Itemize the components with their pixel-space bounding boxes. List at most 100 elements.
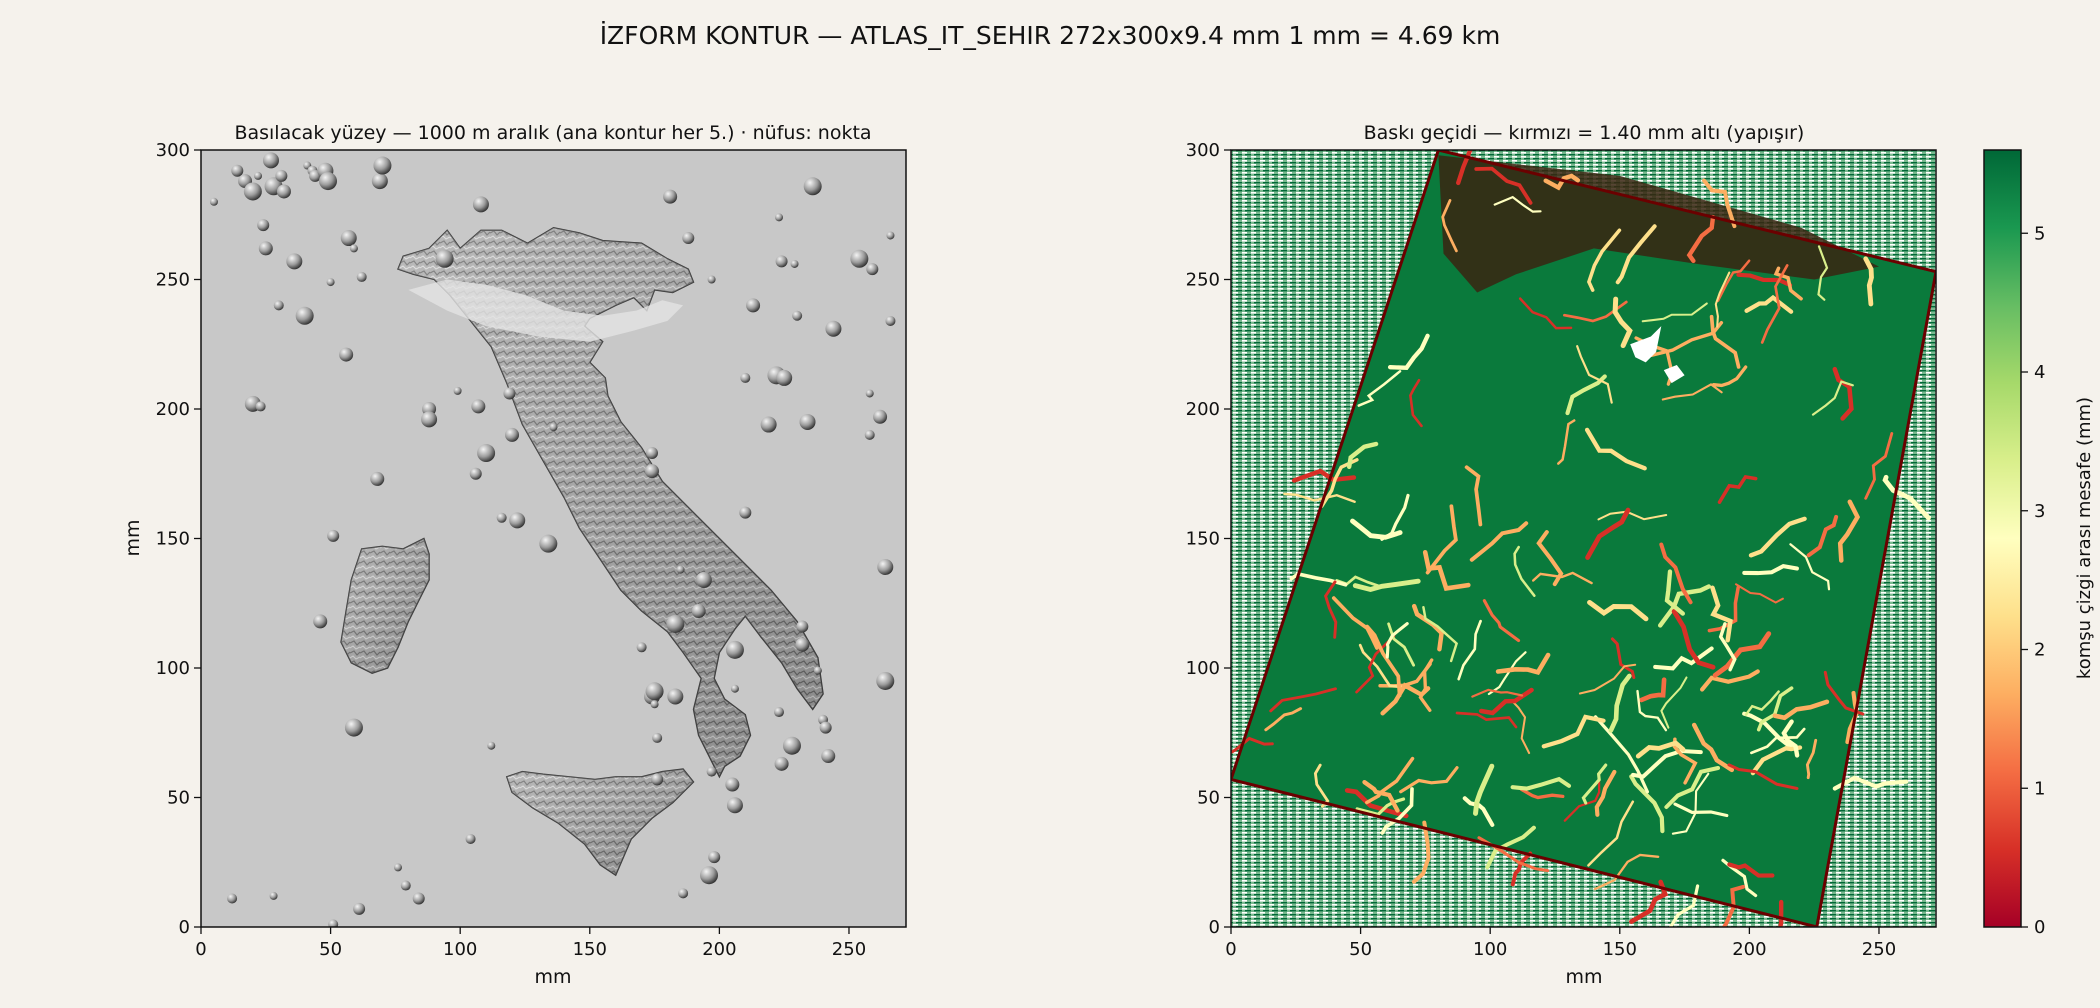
population-dot [549,423,558,432]
population-dot [663,189,678,204]
population-dot [295,306,314,325]
population-dot [795,637,810,652]
population-dot [651,773,664,786]
population-dot [825,320,842,337]
population-dot [319,172,338,191]
population-dot [471,399,486,414]
y-tick-label: 250 [156,270,190,291]
population-dot [636,642,647,653]
population-dot [469,467,482,480]
y-tick-label: 300 [156,140,190,161]
population-dot [539,534,558,553]
population-dot [725,777,740,792]
population-dot [760,416,777,433]
colorbar-tick-label: 5 [2034,223,2045,244]
population-dot [412,892,425,905]
population-dot [344,718,363,737]
y-tick-label: 50 [167,788,190,809]
population-dot [821,749,836,764]
colorbar-tick-label: 0 [2034,917,2045,938]
population-dot [666,614,685,633]
population-dot [652,732,663,743]
population-dot [477,444,496,463]
relief-x-ticks: 0 50 100 150 200 250 [195,927,866,960]
population-dot [667,688,684,705]
figure-title: İZFORM KONTUR — ATLAS_IT_SEHIR 272x300x9… [600,21,1501,50]
population-dot [496,512,507,523]
population-dot [799,413,816,430]
population-dot [725,640,744,659]
population-dot [746,298,761,313]
population-dot [356,271,367,282]
x-tick-label: 250 [1862,939,1896,960]
population-dot [328,919,339,927]
population-dot [286,253,303,270]
y-tick-label: 50 [1197,788,1220,809]
population-dot [885,315,896,326]
y-tick-label: 0 [1209,917,1220,938]
population-dot [708,851,721,864]
population-dot [227,893,238,904]
population-dot [678,888,689,899]
y-tick-label: 150 [1186,529,1220,550]
population-dot [803,177,822,196]
y-tick-label: 100 [1186,658,1220,679]
print-check-y-ticks: 0 50 100 150 200 250 300 [1186,140,1231,938]
x-tick-label: 150 [573,939,607,960]
x-tick-label: 0 [1225,939,1236,960]
population-dot [782,736,801,755]
population-dot [258,241,273,256]
population-dot [644,464,659,479]
x-tick-label: 150 [1603,939,1637,960]
population-dot [776,369,793,386]
population-dot [775,255,788,268]
colorbar: 0 1 2 3 4 5 komşu çizgi arası mesafe (mm) [1983,149,2095,938]
population-dot [676,565,685,574]
y-tick-label: 250 [1186,270,1220,291]
colorbar-tick-label: 4 [2034,362,2045,383]
population-dot [371,173,388,190]
x-tick-label: 250 [832,939,866,960]
x-tick-label: 50 [319,939,342,960]
population-dot [700,866,719,885]
population-dot [503,387,516,400]
population-dot [243,182,262,201]
population-dot [819,721,832,734]
population-dot [866,263,879,276]
y-tick-label: 300 [1186,140,1220,161]
population-dot [209,197,218,206]
population-dot [774,756,789,771]
population-dot [865,389,874,398]
population-dot [472,196,489,213]
print-check-panel-title: Baskı geçidi — kırmızı = 1.40 mm altı (y… [1364,122,1805,144]
population-dot [487,741,496,750]
population-dot [792,310,803,321]
population-dot [435,249,454,268]
population-dot [645,682,664,701]
x-tick-label: 200 [702,939,736,960]
population-dot [453,386,462,395]
print-check-panel: Baskı geçidi — kırmızı = 1.40 mm altı (y… [1186,122,1937,988]
colorbar-gradient [1983,149,2022,928]
colorbar-tick-label: 2 [2034,640,2045,661]
population-dot [726,797,743,814]
population-dot [340,230,357,247]
population-dot [326,278,335,287]
relief-panel-title: Basılacak yüzey — 1000 m aralık (ana kon… [234,122,871,144]
population-dot [876,671,895,690]
colorbar-ticks: 0 1 2 3 4 5 [2021,223,2045,938]
population-dot [257,219,270,232]
population-dot [790,259,799,268]
population-dot [650,700,659,709]
x-tick-label: 200 [1732,939,1766,960]
y-tick-label: 100 [156,658,190,679]
population-dot [740,372,751,383]
population-dot [400,880,411,891]
population-dot [231,164,244,177]
x-tick-label: 100 [1473,939,1507,960]
population-dot [773,707,784,718]
population-dot [509,512,526,529]
population-dot [850,249,869,268]
population-dot [273,300,284,311]
population-dot [739,506,752,519]
